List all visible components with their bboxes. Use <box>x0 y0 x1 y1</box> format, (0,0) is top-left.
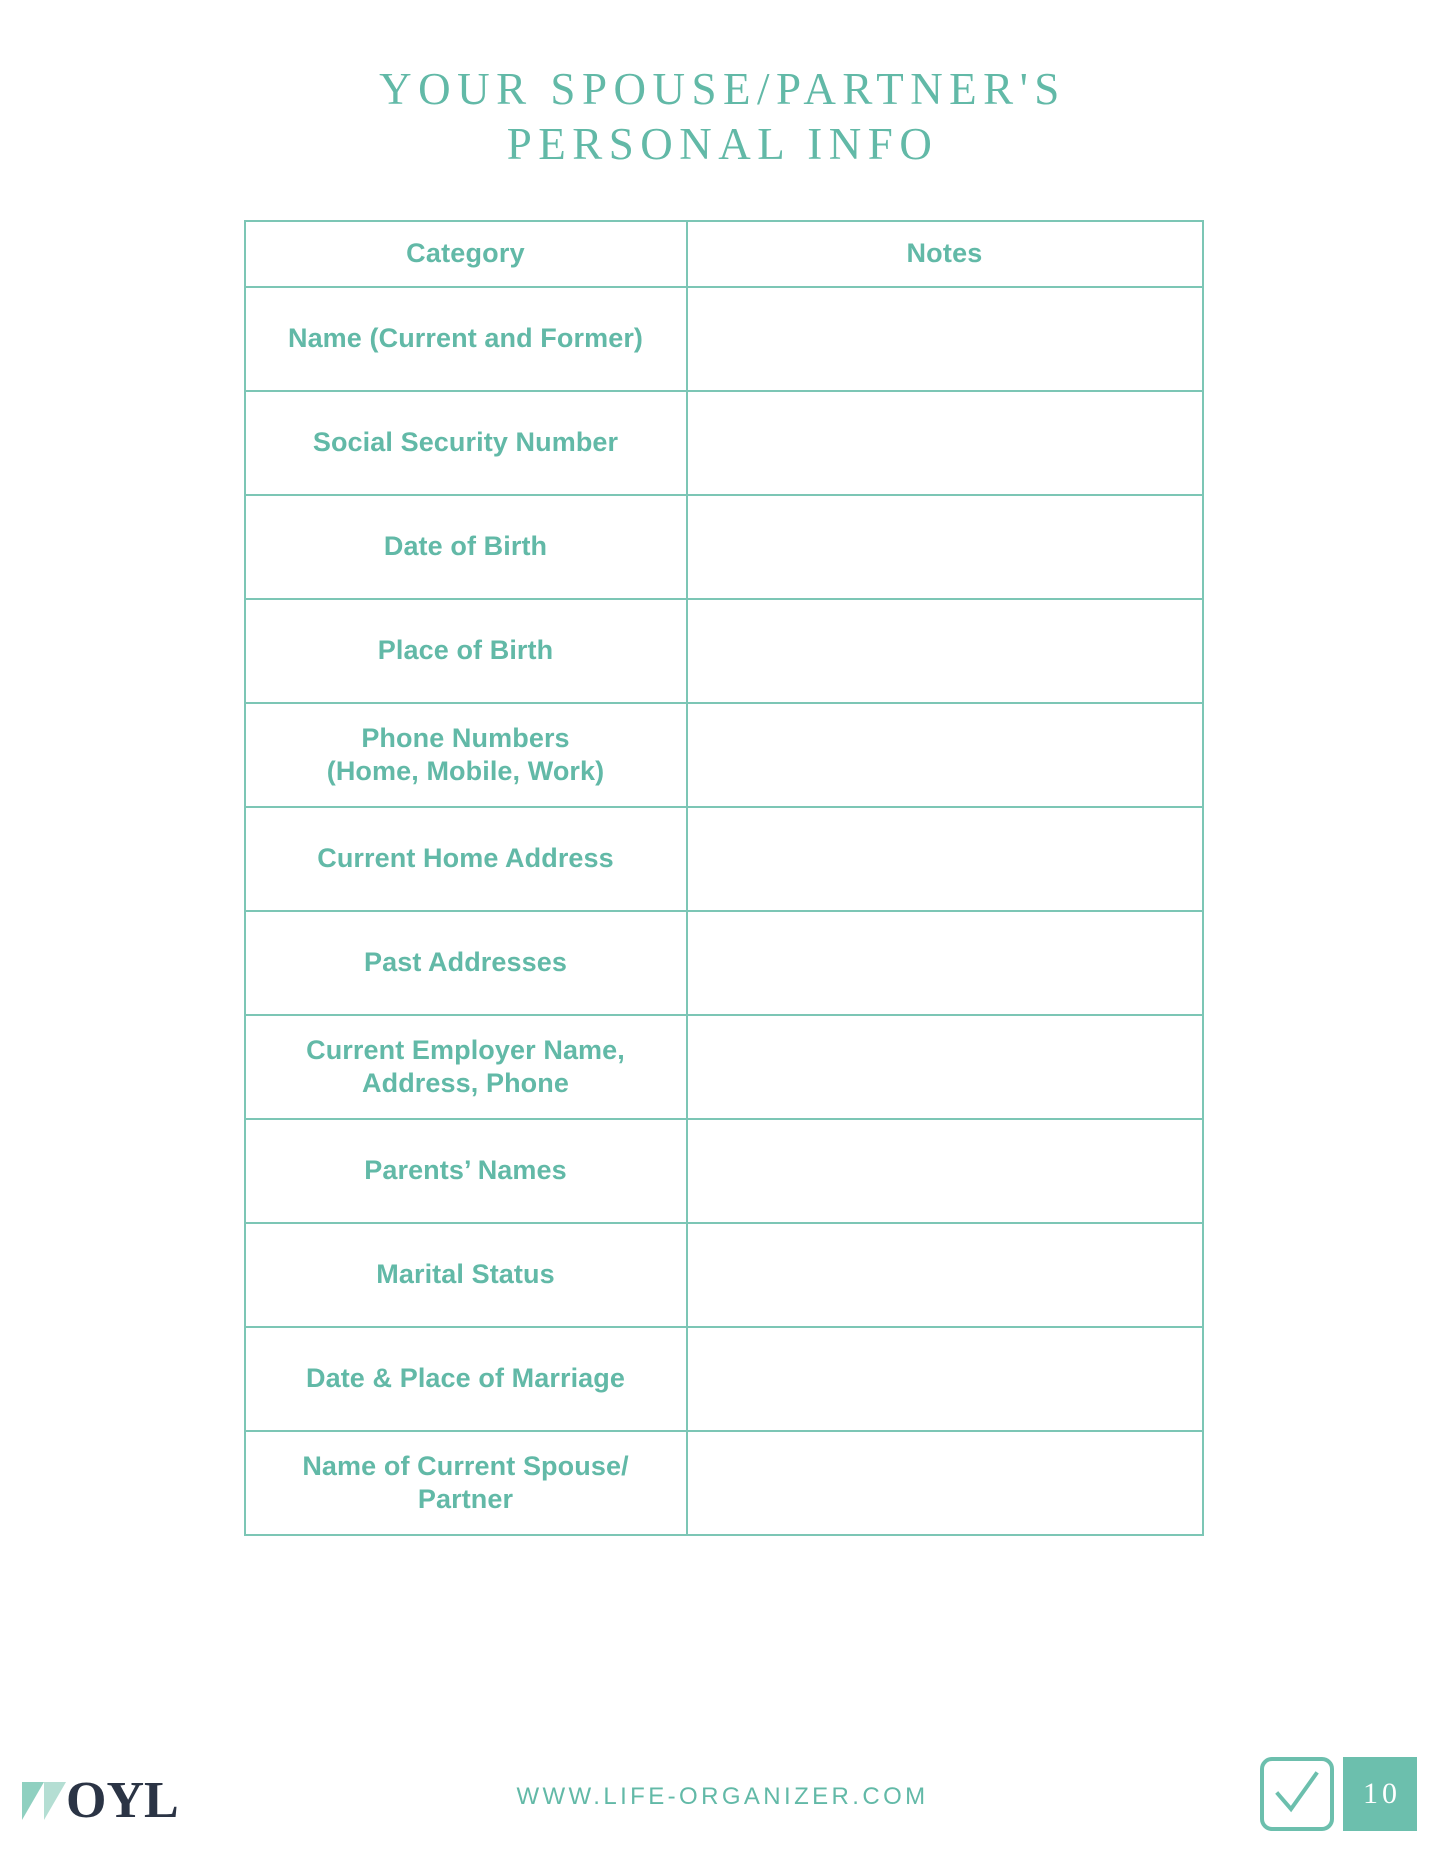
category-cell: Name (Current and Former) <box>243 285 688 392</box>
notes-cell[interactable] <box>685 805 1204 912</box>
table-body: Name (Current and Former) Social Security… <box>243 285 1204 1536</box>
page-number-badge: 10 <box>1260 1757 1417 1831</box>
category-cell: Date & Place of Marriage <box>243 1325 688 1432</box>
category-cell: Date of Birth <box>243 493 688 600</box>
notes-cell[interactable] <box>685 1429 1204 1536</box>
notes-cell[interactable] <box>685 389 1204 496</box>
category-cell: Current Home Address <box>243 805 688 912</box>
category-cell: Social Security Number <box>243 389 688 496</box>
info-table-wrapper: Category Notes Name (Current and Former)… <box>243 219 1204 1536</box>
page-title: YOUR SPOUSE/PARTNER'S PERSONAL INFO <box>379 64 1066 169</box>
table-header: Category Notes <box>243 219 1204 288</box>
notes-cell[interactable] <box>685 597 1204 704</box>
table-row: Phone Numbers (Home, Mobile, Work) <box>243 701 1204 808</box>
table-row: Place of Birth <box>243 597 1204 704</box>
category-cell: Name of Current Spouse/ Partner <box>243 1429 688 1536</box>
category-cell: Marital Status <box>243 1221 688 1328</box>
table-row: Current Employer Name, Address, Phone <box>243 1013 1204 1120</box>
page-number: 10 <box>1343 1757 1417 1831</box>
notes-cell[interactable] <box>685 285 1204 392</box>
notes-cell[interactable] <box>685 909 1204 1016</box>
table-row: Name (Current and Former) <box>243 285 1204 392</box>
page-footer: OYL WWW.LIFE-ORGANIZER.COM 10 <box>0 1703 1445 1873</box>
table-header-row: Category Notes <box>243 219 1204 288</box>
personal-info-table: Category Notes Name (Current and Former)… <box>243 219 1204 1536</box>
table-row: Past Addresses <box>243 909 1204 1016</box>
notes-cell[interactable] <box>685 701 1204 808</box>
notes-cell[interactable] <box>685 493 1204 600</box>
category-cell: Parents’ Names <box>243 1117 688 1224</box>
website-url: WWW.LIFE-ORGANIZER.COM <box>516 1783 929 1810</box>
column-header-notes: Notes <box>685 219 1204 288</box>
table-row: Date & Place of Marriage <box>243 1325 1204 1432</box>
title-block: YOUR SPOUSE/PARTNER'S PERSONAL INFO <box>0 62 1445 172</box>
table-row: Marital Status <box>243 1221 1204 1328</box>
category-cell: Current Employer Name, Address, Phone <box>243 1013 688 1120</box>
table-row: Date of Birth <box>243 493 1204 600</box>
table-row: Current Home Address <box>243 805 1204 912</box>
worksheet-page: YOUR SPOUSE/PARTNER'S PERSONAL INFO Cate… <box>0 0 1445 1873</box>
checkbox-icon <box>1260 1757 1334 1831</box>
notes-cell[interactable] <box>685 1325 1204 1432</box>
table-row: Social Security Number <box>243 389 1204 496</box>
table-row: Name of Current Spouse/ Partner <box>243 1429 1204 1536</box>
category-cell: Place of Birth <box>243 597 688 704</box>
table-row: Parents’ Names <box>243 1117 1204 1224</box>
notes-cell[interactable] <box>685 1013 1204 1120</box>
notes-cell[interactable] <box>685 1221 1204 1328</box>
category-cell: Phone Numbers (Home, Mobile, Work) <box>243 701 688 808</box>
category-cell: Past Addresses <box>243 909 688 1016</box>
notes-cell[interactable] <box>685 1117 1204 1224</box>
column-header-category: Category <box>243 219 688 288</box>
